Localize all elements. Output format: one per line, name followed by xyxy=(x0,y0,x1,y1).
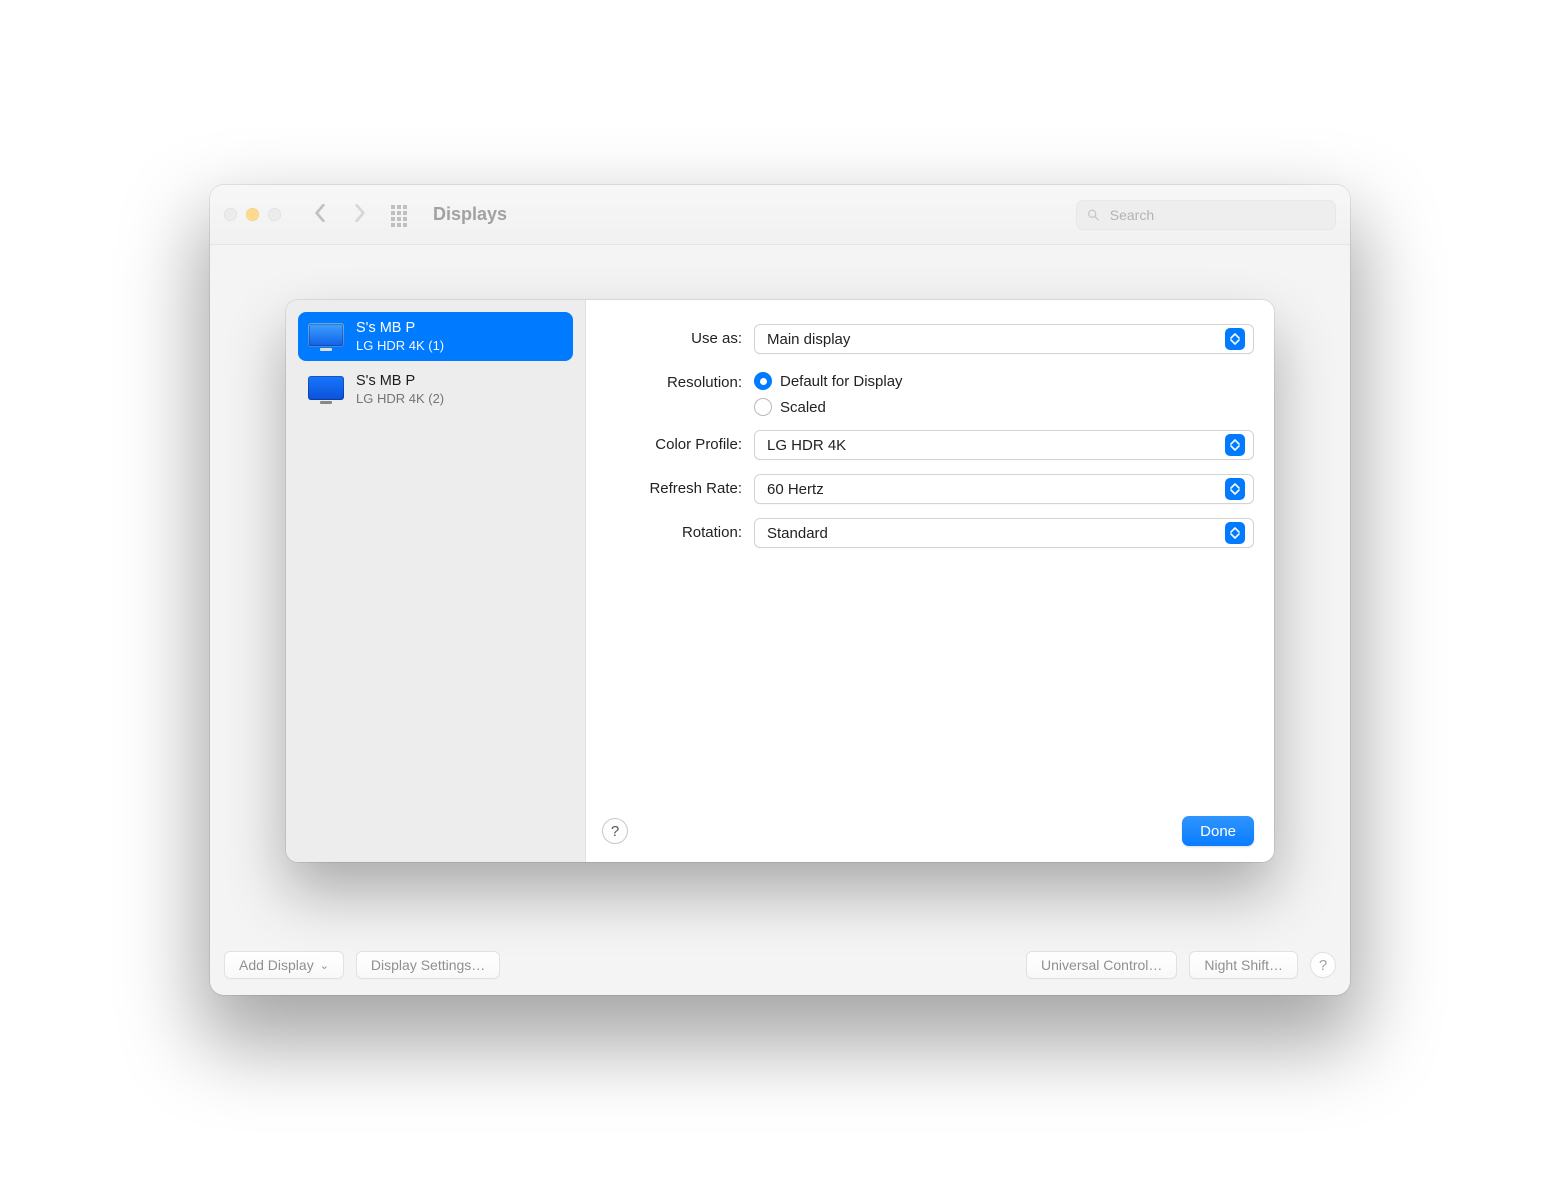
show-all-icon[interactable] xyxy=(391,205,411,225)
rotation-label: Rotation: xyxy=(602,518,742,541)
universal-control-button[interactable]: Universal Control… xyxy=(1026,951,1177,979)
search-input[interactable] xyxy=(1108,206,1325,224)
rotation-popup[interactable]: Standard xyxy=(754,518,1254,548)
display-item-sub: LG HDR 4K (1) xyxy=(356,338,444,353)
display-list-item-2[interactable]: S's MB P LG HDR 4K (2) xyxy=(298,365,573,414)
display-settings-button[interactable]: Display Settings… xyxy=(356,951,500,979)
popup-indicator-icon xyxy=(1225,478,1245,500)
rotation-value: Standard xyxy=(767,525,1225,542)
resolution-radio-group: Default for Display Scaled xyxy=(754,368,1254,416)
display-settings-sheet: S's MB P LG HDR 4K (1) S's MB P LG HDR 4… xyxy=(286,300,1274,862)
chevron-down-icon: ⌄ xyxy=(320,959,329,972)
add-display-button[interactable]: Add Display ⌄ xyxy=(224,951,344,979)
toolbar: Displays xyxy=(210,185,1350,245)
color-profile-label: Color Profile: xyxy=(602,430,742,453)
resolution-default-label: Default for Display xyxy=(780,373,903,390)
resolution-scaled-label: Scaled xyxy=(780,399,826,416)
popup-indicator-icon xyxy=(1225,522,1245,544)
color-profile-popup[interactable]: LG HDR 4K xyxy=(754,430,1254,460)
monitor-icon xyxy=(308,376,344,400)
window-controls xyxy=(224,208,281,221)
help-button[interactable]: ? xyxy=(1310,952,1336,978)
popup-indicator-icon xyxy=(1225,328,1245,350)
close-window-button[interactable] xyxy=(224,208,237,221)
minimize-window-button[interactable] xyxy=(246,208,259,221)
popup-indicator-icon xyxy=(1225,434,1245,456)
done-button[interactable]: Done xyxy=(1182,816,1254,846)
refresh-rate-value: 60 Hertz xyxy=(767,481,1225,498)
refresh-rate-popup[interactable]: 60 Hertz xyxy=(754,474,1254,504)
use-as-popup[interactable]: Main display xyxy=(754,324,1254,354)
search-field[interactable] xyxy=(1076,200,1336,230)
radio-button-checked-icon xyxy=(754,372,772,390)
use-as-label: Use as: xyxy=(602,324,742,347)
monitor-icon xyxy=(308,323,344,347)
displays-preference-window: Displays Add Display ⌄ Display Settings…… xyxy=(210,185,1350,995)
display-item-sub: LG HDR 4K (2) xyxy=(356,391,444,406)
settings-form: Use as: Main display Resolution: Default… xyxy=(602,324,1254,548)
display-item-name: S's MB P xyxy=(356,373,444,389)
search-icon xyxy=(1087,208,1100,222)
zoom-window-button[interactable] xyxy=(268,208,281,221)
display-settings-pane: Use as: Main display Resolution: Default… xyxy=(586,300,1274,862)
color-profile-value: LG HDR 4K xyxy=(767,437,1225,454)
window-footer: Add Display ⌄ Display Settings… Universa… xyxy=(210,935,1350,995)
refresh-rate-label: Refresh Rate: xyxy=(602,474,742,497)
back-button[interactable] xyxy=(305,202,335,228)
display-list-sidebar: S's MB P LG HDR 4K (1) S's MB P LG HDR 4… xyxy=(286,300,586,862)
use-as-value: Main display xyxy=(767,331,1225,348)
resolution-default-option[interactable]: Default for Display xyxy=(754,372,1254,390)
resolution-scaled-option[interactable]: Scaled xyxy=(754,398,1254,416)
window-title: Displays xyxy=(433,204,507,225)
display-item-name: S's MB P xyxy=(356,320,444,336)
display-settings-label: Display Settings… xyxy=(371,957,485,973)
sheet-footer: ? Done xyxy=(602,804,1254,846)
night-shift-button[interactable]: Night Shift… xyxy=(1189,951,1298,979)
add-display-label: Add Display xyxy=(239,957,314,973)
sheet-help-button[interactable]: ? xyxy=(602,818,628,844)
forward-button[interactable] xyxy=(345,202,375,228)
night-shift-label: Night Shift… xyxy=(1204,957,1283,973)
display-list-item-1[interactable]: S's MB P LG HDR 4K (1) xyxy=(298,312,573,361)
radio-button-icon xyxy=(754,398,772,416)
universal-control-label: Universal Control… xyxy=(1041,957,1162,973)
resolution-label: Resolution: xyxy=(602,368,742,391)
